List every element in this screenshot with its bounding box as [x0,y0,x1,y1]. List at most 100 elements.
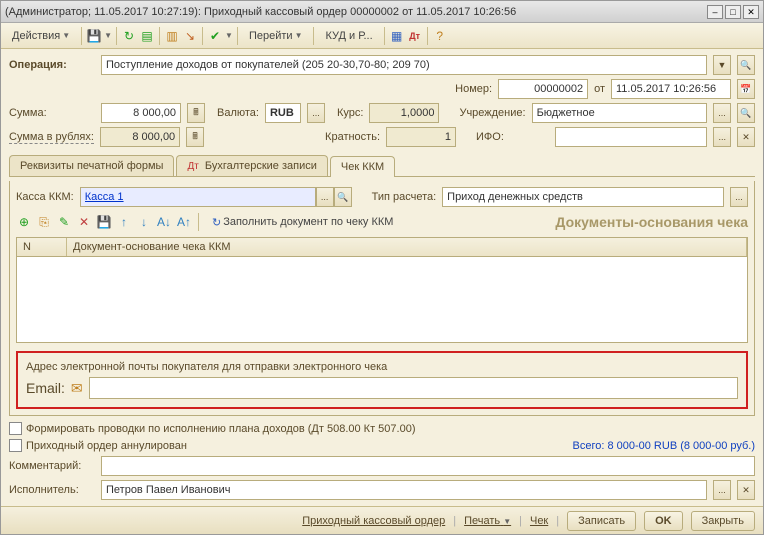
calc-type-label: Тип расчета: [372,191,437,203]
edit-icon[interactable]: ✎ [56,214,72,230]
ifo-input[interactable] [555,127,707,147]
print-menu[interactable]: Печать ▼ [464,515,511,527]
titlebar: (Администратор; 11.05.2017 10:27:19): Пр… [1,1,763,23]
tab-content: Касса ККМ: ... 🔍 Тип расчета: ... ⊕ ⎘ ✎ … [9,181,755,416]
fill-from-check-button[interactable]: ↻ Заполнить документ по чеку ККМ [205,213,400,232]
minimize-button[interactable]: – [707,5,723,19]
ok-button[interactable]: OK [644,511,683,531]
goto-label: Перейти [249,30,293,42]
tab-bar: Реквизиты печатной формы Дт Бухгалтерски… [9,155,755,177]
save-icon[interactable]: 💾 [96,214,112,230]
arrow-left-icon[interactable]: ↘ [182,28,198,44]
check-link[interactable]: Чек [530,515,548,527]
ifo-clear-button[interactable]: ✕ [737,127,755,147]
executor-clear-button[interactable]: ✕ [737,480,755,500]
date-input[interactable] [611,79,731,99]
calculator-button[interactable]: 🖩 [187,103,205,123]
close-button[interactable]: Закрыть [691,511,755,531]
chevron-down-icon: ▼ [62,31,70,40]
refresh-icon[interactable]: ↻ [121,28,137,44]
ifo-label: ИФО: [476,131,549,143]
sum-rub-input [100,127,180,147]
org-open-button[interactable]: 🔍 [737,103,755,123]
add-icon[interactable]: ⊕ [16,214,32,230]
goto-menu[interactable]: Перейти ▼ [242,27,310,45]
actions-menu[interactable]: Действия ▼ [5,27,77,45]
kassa-select-button[interactable]: ... [316,187,334,207]
page-icon[interactable]: ▥ [164,28,180,44]
comment-input[interactable] [101,456,755,476]
checkbox-cancelled[interactable] [9,439,22,452]
chevron-down-icon[interactable]: ▼ [104,31,112,40]
page-green-icon[interactable]: ▤ [139,28,155,44]
help-icon[interactable]: ? [432,28,448,44]
separator [313,27,314,45]
grid-header: N Документ-основание чека ККМ [17,238,747,257]
mult-label: Кратность: [325,131,380,143]
chevron-down-icon: ▼ [295,31,303,40]
date-picker-button[interactable]: 📅 [737,79,755,99]
rate-label: Курс: [337,107,363,119]
operation-open[interactable]: 🔍 [737,55,755,75]
docs-grid[interactable]: N Документ-основание чека ККМ [16,237,748,343]
check-icon[interactable]: ✔ [207,28,223,44]
kudir-button[interactable]: КУД и Р... [318,27,379,45]
org-label: Учреждение: [459,107,525,119]
sum-input[interactable] [101,103,181,123]
currency-input[interactable] [265,103,301,123]
move-up-icon[interactable]: ↑ [116,214,132,230]
chevron-down-icon[interactable]: ▼ [225,31,233,40]
currency-select-button[interactable]: ... [307,103,325,123]
separator [427,27,428,45]
dr-kr-icon[interactable]: Дт [407,28,423,44]
separator [202,27,203,45]
comment-label: Комментарий: [9,460,95,472]
calc-type-select-button[interactable]: ... [730,187,748,207]
print-form-link[interactable]: Приходный кассовый ордер [302,515,445,527]
calc-type-input[interactable] [442,187,724,207]
separator [198,213,199,231]
tab-print-props[interactable]: Реквизиты печатной формы [9,155,174,176]
col-n[interactable]: N [17,238,67,256]
col-doc[interactable]: Документ-основание чека ККМ [67,238,747,256]
email-input[interactable] [89,377,738,399]
footer-bar: Приходный кассовый ордер | Печать ▼ | Че… [1,506,763,534]
operation-label: Операция: [9,59,95,71]
close-button[interactable]: ✕ [743,5,759,19]
org-input[interactable] [532,103,707,123]
move-down-icon[interactable]: ↓ [136,214,152,230]
kassa-label: Касса ККМ: [16,191,74,203]
tab-accounting[interactable]: Дт Бухгалтерские записи [176,155,327,176]
tab-accounting-label: Бухгалтерские записи [205,160,317,172]
save-button[interactable]: Записать [567,511,636,531]
executor-select-button[interactable]: ... [713,480,731,500]
executor-input[interactable] [101,480,707,500]
save-icon[interactable]: 💾 [86,28,102,44]
operation-select[interactable] [101,55,707,75]
separator [384,27,385,45]
total-amount: Всего: 8 000-00 RUB (8 000-00 руб.) [573,440,756,452]
org-select-button[interactable]: ... [713,103,731,123]
delete-icon[interactable]: ✕ [76,214,92,230]
separator [159,27,160,45]
sort-desc-icon[interactable]: A↑ [176,214,192,230]
checkbox-plan-income[interactable] [9,422,22,435]
ifo-select-button[interactable]: ... [713,127,731,147]
number-input[interactable] [498,79,588,99]
report-icon[interactable]: ▦ [389,28,405,44]
maximize-button[interactable]: □ [725,5,741,19]
kassa-input[interactable] [80,187,316,207]
dr-kr-icon: Дт [187,161,198,172]
operation-dropdown[interactable]: ▼ [713,55,731,75]
calculator-button[interactable]: 🖩 [186,127,204,147]
tab-kkm-check[interactable]: Чек ККМ [330,156,395,177]
sort-asc-icon[interactable]: A↓ [156,214,172,230]
arrow-icon: ↻ [212,216,221,229]
mult-input [386,127,456,147]
from-label: от [594,83,605,95]
main-toolbar: Действия ▼ 💾 ▼ ↻ ▤ ▥ ↘ ✔ ▼ Перейти ▼ КУД… [1,23,763,49]
sum-rub-label: Сумма в рублях: [9,131,94,144]
separator [81,27,82,45]
copy-icon[interactable]: ⎘ [36,214,52,230]
kassa-open-button[interactable]: 🔍 [334,187,352,207]
